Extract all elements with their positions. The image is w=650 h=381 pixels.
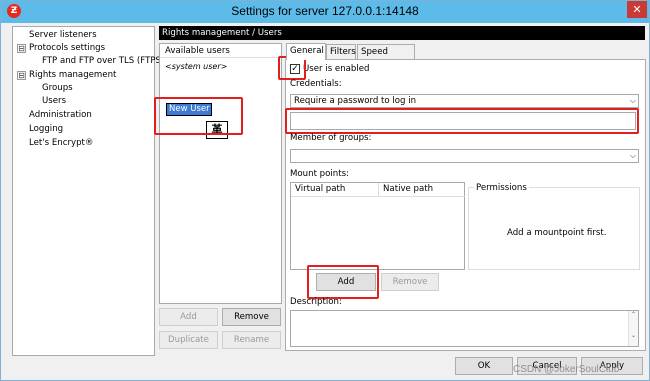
tree-item-label: Protocols settings: [29, 43, 106, 53]
description-field[interactable]: ⌃ ⌄: [290, 310, 639, 347]
users-list[interactable]: Available users <system user> New User 革: [159, 43, 282, 304]
chevron-down-icon: ⌵: [629, 151, 636, 160]
tree-item-label: Let's Encrypt®: [29, 138, 94, 148]
ok-button[interactable]: OK: [455, 357, 513, 375]
users-list-header: Available users: [160, 44, 281, 58]
list-item-system-user[interactable]: <system user>: [165, 62, 227, 71]
tree-item-label: FTP and FTP over TLS (FTPS): [42, 56, 165, 66]
mount-points-label: Mount points:: [290, 169, 349, 179]
credentials-select[interactable]: Require a password to log in ⌵: [290, 94, 639, 108]
tab-filters[interactable]: Filters: [326, 44, 356, 59]
permissions-group: Permissions Add a mountpoint first.: [468, 183, 640, 270]
tree-item-label: Groups: [42, 83, 73, 93]
groups-select[interactable]: ⌵: [290, 149, 639, 163]
window-title: Settings for server 127.0.0.1:14148: [231, 4, 419, 18]
watermark: CSDN @JokerSoulClub: [513, 364, 620, 375]
mount-points-table[interactable]: Virtual path Native path: [290, 182, 465, 270]
remove-user-button[interactable]: Remove: [222, 308, 281, 326]
column-header-virtual-path[interactable]: Virtual path: [291, 183, 379, 197]
tree-item-users[interactable]: Users: [42, 95, 66, 108]
tree-item-server-listeners[interactable]: Server listeners: [29, 29, 97, 42]
tree-item-groups[interactable]: Groups: [42, 82, 73, 95]
tree-item-logging[interactable]: Logging: [29, 123, 63, 136]
tree-item-label: Logging: [29, 124, 64, 134]
highlight-frame-new-user: [154, 97, 243, 135]
section-header: Rights management / Users: [159, 26, 645, 40]
tree-item-label: Server listeners: [29, 30, 97, 40]
column-header-native-path[interactable]: Native path: [379, 183, 465, 197]
remove-mountpoint-button[interactable]: Remove: [381, 273, 439, 291]
permissions-label: Permissions: [474, 183, 529, 193]
tree-item-label: Administration: [29, 110, 92, 120]
highlight-frame-add: [307, 265, 379, 299]
tree-item-label: Users: [42, 96, 67, 106]
chevron-down-icon: ⌵: [629, 96, 636, 105]
description-scrollbar[interactable]: ⌃ ⌄: [628, 311, 638, 346]
credentials-value: Require a password to log in: [294, 96, 417, 106]
settings-window: Ƶ Settings for server 127.0.0.1:14148 ✕ …: [0, 0, 650, 381]
highlight-frame-password: [285, 108, 639, 134]
rename-user-button[interactable]: Rename: [222, 331, 281, 349]
tree-item-protocols-settings[interactable]: Protocols settings: [29, 42, 105, 55]
tree-item-ftp-ftps[interactable]: FTP and FTP over TLS (FTPS): [42, 55, 164, 68]
user-enabled-label: User is enabled: [303, 64, 370, 74]
member-of-groups-label: Member of groups:: [290, 133, 372, 143]
permissions-placeholder: Add a mountpoint first.: [507, 228, 607, 238]
title-bar[interactable]: Ƶ Settings for server 127.0.0.1:14148 ✕: [1, 1, 649, 23]
duplicate-user-button[interactable]: Duplicate: [159, 331, 218, 349]
collapse-icon[interactable]: ⊟: [17, 44, 26, 53]
tab-speed-limits[interactable]: Speed Limits: [357, 44, 415, 71]
close-button[interactable]: ✕: [627, 1, 647, 18]
tree-item-administration[interactable]: Administration: [29, 109, 92, 122]
tree-item-lets-encrypt[interactable]: Let's Encrypt®: [29, 137, 94, 150]
add-user-button[interactable]: Add: [159, 308, 218, 326]
credentials-label: Credentials:: [290, 79, 342, 89]
collapse-icon[interactable]: ⊟: [17, 71, 26, 80]
description-label: Description:: [290, 297, 342, 307]
tab-general[interactable]: General: [286, 43, 326, 60]
tree-item-rights-management[interactable]: Rights management: [29, 69, 116, 82]
tree-item-label: Rights management: [29, 70, 117, 80]
settings-tree: Server listeners ⊟ Protocols settings FT…: [12, 26, 164, 356]
